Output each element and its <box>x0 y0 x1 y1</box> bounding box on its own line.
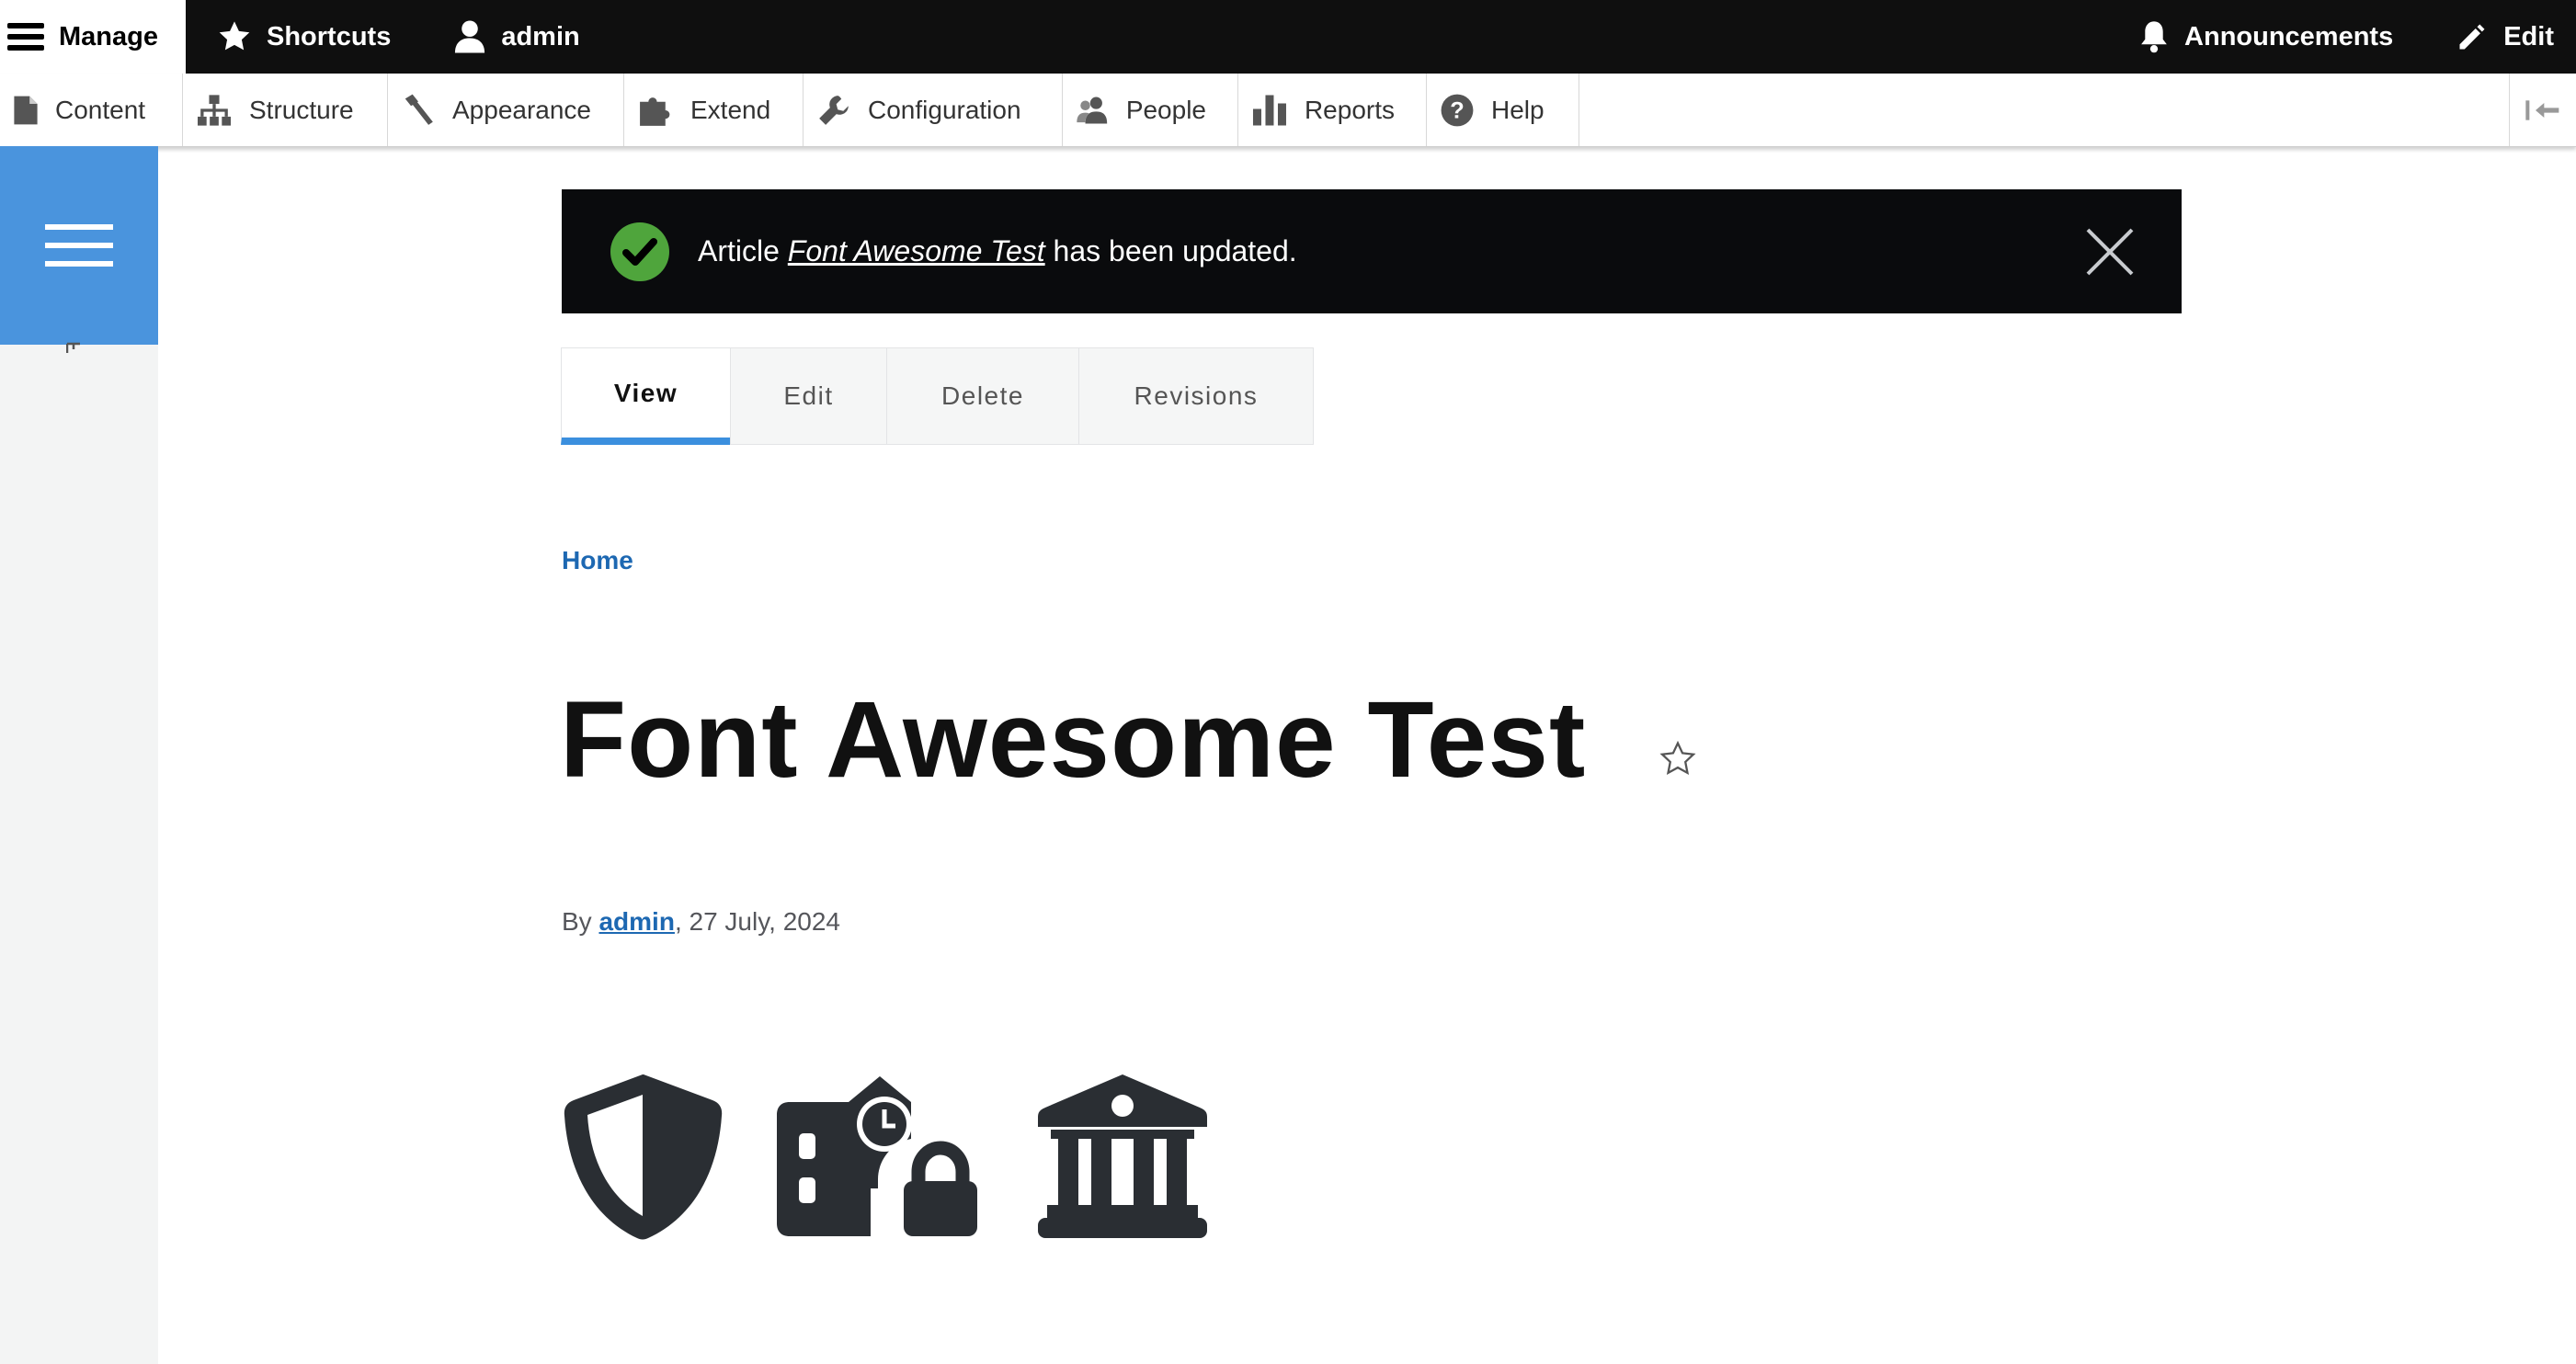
author-link[interactable]: admin <box>598 907 674 936</box>
tray-label-content: Content <box>55 95 146 124</box>
sidebar-fragment <box>65 340 80 353</box>
file-icon <box>14 96 38 124</box>
tab-edit[interactable]: Edit <box>730 347 886 445</box>
article-byline: By admin, 27 July, 2024 <box>562 907 840 937</box>
shield-halved-icon <box>564 1074 723 1240</box>
breadcrumb-home-link[interactable]: Home <box>562 546 633 574</box>
svg-text:?: ? <box>1450 97 1464 123</box>
bell-icon <box>2141 21 2167 53</box>
tray-label-people: People <box>1125 95 1206 124</box>
manage-button[interactable]: Manage <box>0 0 186 74</box>
tray-orientation-toggle[interactable] <box>2509 74 2576 146</box>
tray-item-appearance[interactable]: Appearance <box>388 74 624 146</box>
message-suffix: has been updated. <box>1053 234 1297 267</box>
announcements-label: Announcements <box>2184 21 2394 51</box>
close-icon[interactable] <box>2086 228 2134 276</box>
tray-label-configuration: Configuration <box>868 95 1021 124</box>
tray-label-structure: Structure <box>249 95 354 124</box>
star-icon <box>219 21 250 51</box>
tray-label-extend: Extend <box>690 95 771 124</box>
tab-delete[interactable]: Delete <box>886 347 1078 445</box>
tray-label-appearance: Appearance <box>452 95 592 124</box>
collapse-arrow-icon <box>2525 99 2559 120</box>
user-label: admin <box>501 21 580 51</box>
people-icon <box>1077 97 1108 123</box>
announcements-button[interactable]: Announcements <box>2107 0 2424 74</box>
tray-item-help[interactable]: ? Help <box>1427 74 1579 146</box>
user-button[interactable]: admin <box>422 0 610 74</box>
wrench-icon <box>819 95 849 125</box>
message-article-link[interactable]: Font Awesome Test <box>788 234 1045 268</box>
tray-item-reports[interactable]: Reports <box>1238 74 1427 146</box>
user-icon <box>455 20 485 53</box>
help-icon: ? <box>1441 94 1474 126</box>
tray-item-configuration[interactable]: Configuration <box>804 74 1063 146</box>
tab-view[interactable]: View <box>561 347 730 445</box>
admin-toolbar: Manage Shortcuts admin Announcements Edi… <box>0 0 2576 74</box>
building-lock-icon <box>777 1076 977 1236</box>
page-title: Font Awesome Test <box>560 679 1587 801</box>
shortcuts-button[interactable]: Shortcuts <box>186 0 422 74</box>
content-icons <box>563 1073 1259 1241</box>
sidebar-menu-button[interactable] <box>0 146 158 345</box>
sidebar-fragment-icon <box>65 342 80 353</box>
tray-item-structure[interactable]: Structure <box>183 74 388 146</box>
status-message: Article Font Awesome Test has been updat… <box>562 189 2182 313</box>
message-prefix: Article <box>698 234 780 267</box>
shortcuts-label: Shortcuts <box>267 21 392 51</box>
paintbrush-icon <box>405 94 433 125</box>
puzzle-icon <box>640 97 670 126</box>
edit-toggle-label: Edit <box>2503 21 2554 51</box>
tray-label-reports: Reports <box>1304 95 1395 124</box>
manage-label: Manage <box>59 21 158 51</box>
menu-icon <box>45 224 113 267</box>
admin-tray: Content Structure Appearance Extend Conf… <box>0 74 2576 147</box>
edit-toggle-button[interactable]: Edit <box>2424 0 2576 74</box>
tray-label-help: Help <box>1491 95 1544 124</box>
tab-revisions[interactable]: Revisions <box>1078 347 1314 445</box>
breadcrumb: Home <box>562 546 633 575</box>
byline-prefix: By <box>562 907 592 936</box>
tray-item-content[interactable]: Content <box>0 74 183 146</box>
tray-item-people[interactable]: People <box>1063 74 1238 146</box>
bar-chart-icon <box>1252 95 1286 125</box>
favorite-star-icon[interactable] <box>1658 740 1697 779</box>
hamburger-icon <box>7 23 44 51</box>
local-tasks-tabs: View Edit Delete Revisions <box>561 347 1314 445</box>
tray-item-extend[interactable]: Extend <box>624 74 804 146</box>
check-circle-icon <box>610 222 669 281</box>
byline-date: , 27 July, 2024 <box>674 907 840 936</box>
building-columns-icon <box>1038 1074 1207 1238</box>
sitemap-icon <box>198 94 231 126</box>
pencil-icon <box>2459 24 2485 50</box>
